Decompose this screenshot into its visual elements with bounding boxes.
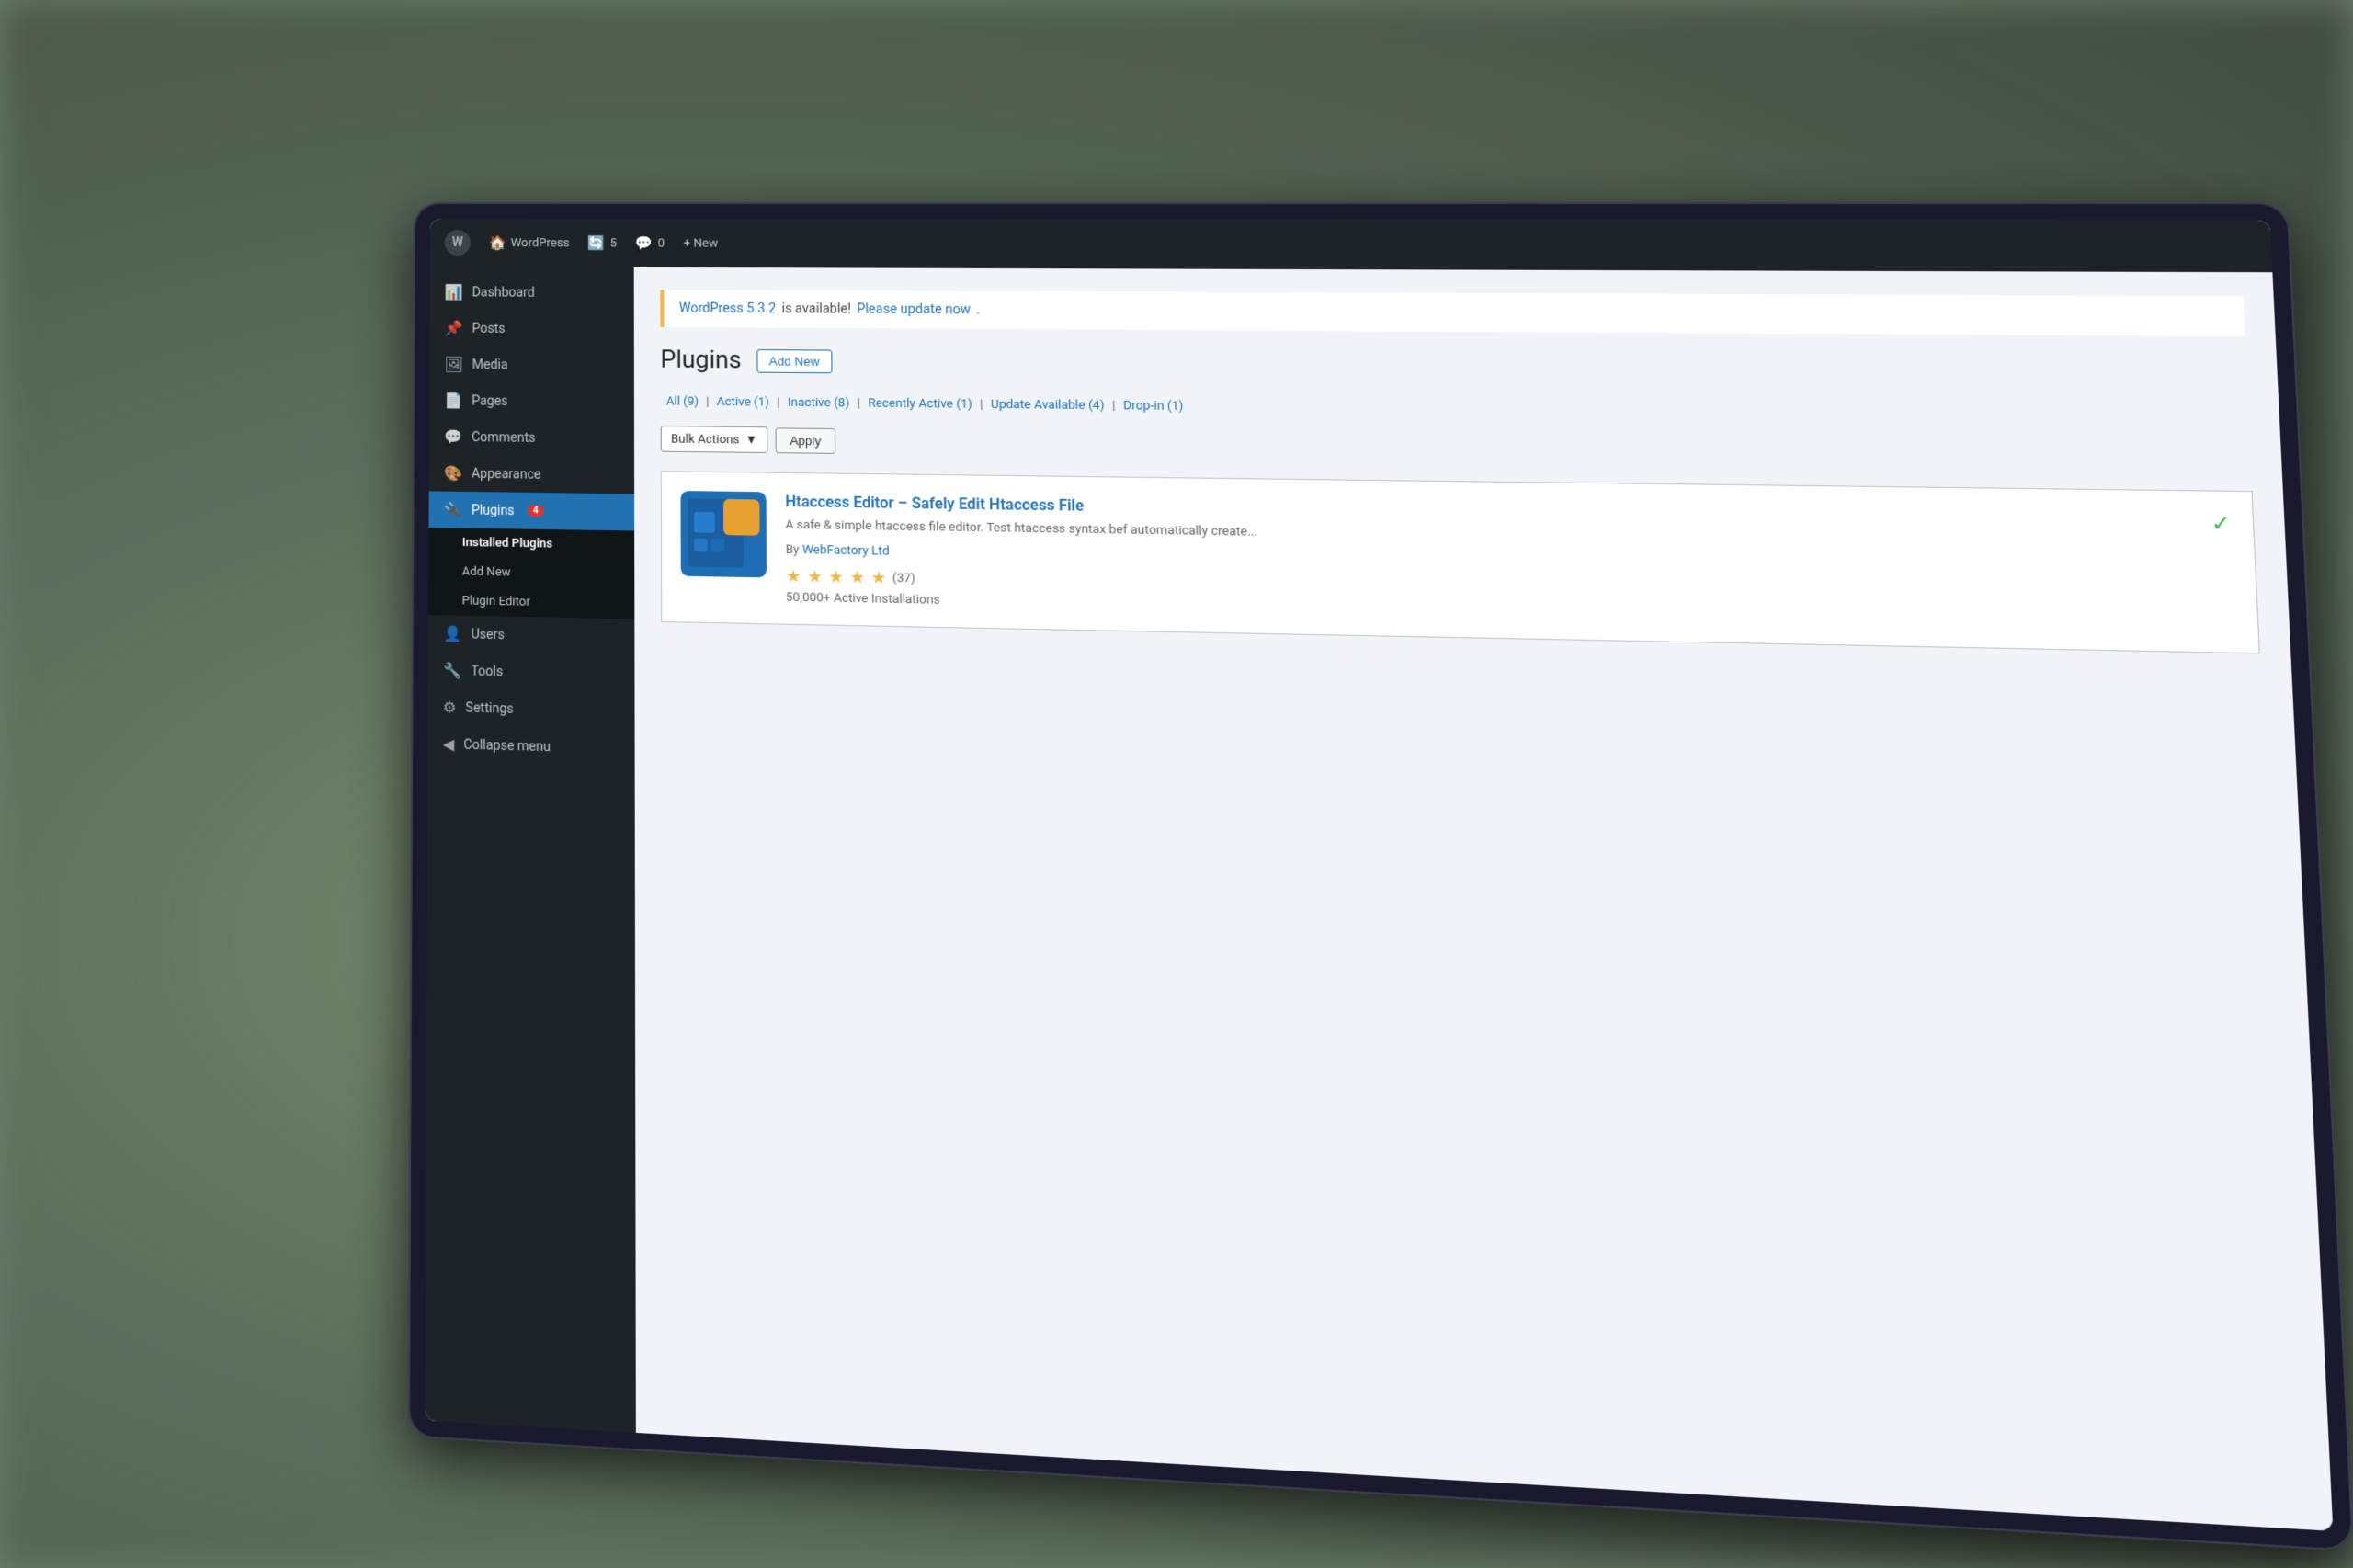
admin-bar-home[interactable]: 🏠 WordPress <box>489 234 570 251</box>
dashboard-icon: 📊 <box>445 283 463 301</box>
wp-logo[interactable]: W <box>445 230 471 256</box>
plugin-card: Htaccess Editor – Safely Edit Htaccess F… <box>661 471 2260 653</box>
comments-icon: 💬 <box>636 234 654 251</box>
appearance-icon: 🎨 <box>444 464 462 483</box>
settings-icon: ⚙ <box>443 699 457 717</box>
pages-icon: 📄 <box>444 392 462 409</box>
sidebar-item-plugins[interactable]: 🔌 Plugins 4 <box>428 491 634 530</box>
sidebar-item-media[interactable]: 🖼 Media <box>429 347 634 384</box>
star-3: ★ <box>828 567 844 587</box>
submenu-plugin-editor[interactable]: Plugin Editor <box>428 585 634 619</box>
filter-all[interactable]: All (9) <box>661 392 705 411</box>
comment-icon: 💬 <box>444 428 462 446</box>
apply-button[interactable]: Apply <box>776 427 835 454</box>
bulk-actions-select[interactable]: Bulk Actions ▼ <box>661 426 768 453</box>
plugin-info: Htaccess Editor – Safely Edit Htaccess F… <box>785 493 2194 631</box>
star-5: ★ <box>870 567 886 587</box>
update-now-link[interactable]: Please update now <box>857 301 971 317</box>
page-title: Plugins <box>660 346 741 374</box>
admin-bar-new[interactable]: + New <box>684 236 719 250</box>
media-icon: 🖼 <box>444 356 462 373</box>
add-new-button[interactable]: Add New <box>756 348 832 372</box>
plugins-badge: 4 <box>528 505 544 517</box>
sidebar-item-comments[interactable]: 💬 Comments <box>429 418 634 457</box>
star-2: ★ <box>807 566 823 586</box>
home-icon: 🏠 <box>489 234 506 251</box>
update-version-link[interactable]: WordPress 5.3.2 <box>679 301 777 316</box>
star-4: ★ <box>849 567 865 587</box>
page-content: WordPress 5.3.2 is available! Please upd… <box>634 267 2334 1531</box>
filter-tabs: All (9) | Active (1) | Inactive (8) | Re… <box>661 392 2250 426</box>
filter-inactive[interactable]: Inactive (8) <box>782 393 856 412</box>
main-content: 📊 Dashboard 📌 Posts 🖼 Media 📄 Pages <box>426 267 2334 1531</box>
update-icon: 🔄 <box>588 234 606 251</box>
filter-active[interactable]: Active (1) <box>711 393 776 412</box>
plugin-icon <box>680 491 767 577</box>
filter-update-available[interactable]: Update Available (4) <box>984 395 1110 415</box>
submenu-add-new[interactable]: Add New <box>428 557 634 590</box>
admin-bar-updates[interactable]: 🔄 5 <box>588 234 617 251</box>
admin-bar: W 🏠 WordPress 🔄 5 💬 0 + New <box>430 219 2273 272</box>
posts-icon: 📌 <box>444 319 462 336</box>
compatible-checkmark: ✓ <box>2211 512 2232 538</box>
plugins-submenu: Installed Plugins Add New Plugin Editor <box>428 528 634 619</box>
sidebar-item-settings[interactable]: ⚙ Settings <box>428 688 635 731</box>
tools-icon: 🔧 <box>443 661 461 679</box>
sidebar-item-tools[interactable]: 🔧 Tools <box>428 652 635 693</box>
users-icon: 👤 <box>443 624 461 642</box>
sidebar-item-posts[interactable]: 📌 Posts <box>429 310 634 347</box>
bulk-actions-row: Bulk Actions ▼ Apply <box>661 426 2252 471</box>
sidebar: 📊 Dashboard 📌 Posts 🖼 Media 📄 Pages <box>426 267 636 1433</box>
star-1: ★ <box>786 566 801 586</box>
filter-recently-active[interactable]: Recently Active (1) <box>862 394 978 414</box>
chevron-down-icon: ▼ <box>745 432 757 448</box>
plugin-author-link[interactable]: WebFactory Ltd <box>802 542 890 558</box>
admin-bar-comments[interactable]: 💬 0 <box>636 234 665 251</box>
sidebar-item-pages[interactable]: 📄 Pages <box>429 382 634 421</box>
sidebar-item-collapse[interactable]: ◀ Collapse menu <box>427 725 634 767</box>
submenu-installed-plugins[interactable]: Installed Plugins <box>428 528 634 560</box>
sidebar-item-appearance[interactable]: 🎨 Appearance <box>429 455 634 494</box>
page-header: Plugins Add New <box>660 346 2247 387</box>
review-count: (37) <box>892 571 915 585</box>
sidebar-item-dashboard[interactable]: 📊 Dashboard <box>429 274 633 311</box>
update-notice: WordPress 5.3.2 is available! Please upd… <box>660 290 2245 336</box>
filter-drop-in[interactable]: Drop-in (1) <box>1117 397 1189 416</box>
plugins-icon: 🔌 <box>444 501 462 519</box>
sidebar-item-users[interactable]: 👤 Users <box>428 615 634 656</box>
collapse-icon: ◀ <box>443 735 455 754</box>
